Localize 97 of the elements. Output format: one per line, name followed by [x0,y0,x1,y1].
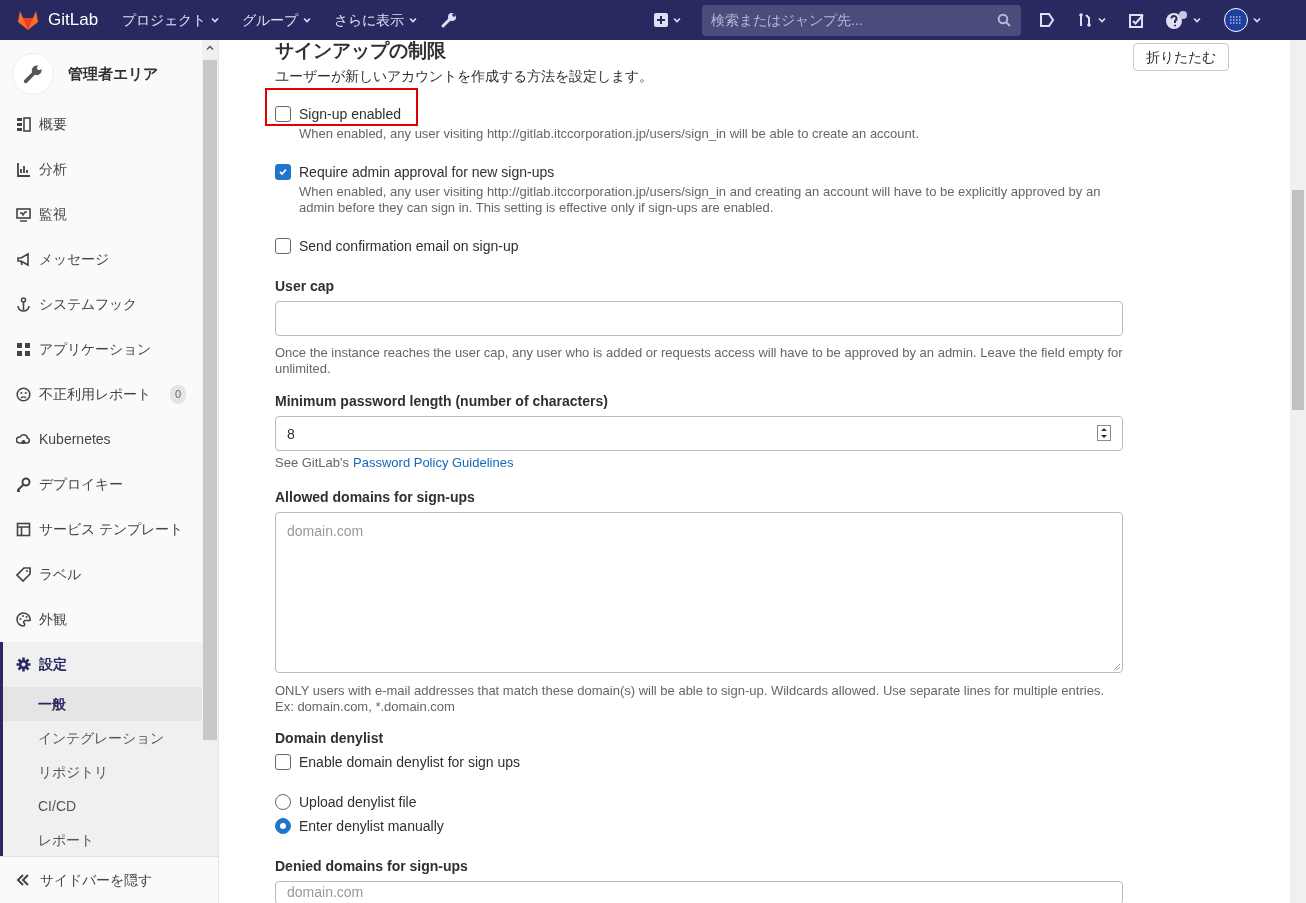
menu-icon [16,657,31,672]
sidebar-subitem[interactable]: レポート [3,823,202,856]
checkbox[interactable] [275,238,291,254]
wrench-icon[interactable] [440,11,459,29]
sidebar-subitem[interactable]: インテグレーション [3,721,202,755]
checkbox[interactable] [275,754,291,770]
nav-menu[interactable]: グループ [242,9,313,31]
wrench-icon [22,63,44,85]
avatar-icon [1224,8,1248,32]
policy-link[interactable]: Password Policy Guidelines [353,455,514,471]
caret-icon [672,15,682,25]
sidebar-item[interactable]: サービス テンプレート [0,507,202,552]
menu-icon [16,207,31,222]
count-badge: 0 [169,385,186,404]
caret-icon [1097,15,1107,25]
nav-menu[interactable]: プロジェクト [122,9,221,31]
help-text: See GitLab's [275,455,350,471]
sidebar-item[interactable]: Kubernetes [0,417,202,462]
menu-icon [16,612,31,627]
search-field[interactable]: 検索またはジャンプ先... [702,4,1021,36]
help-icon [1166,11,1188,29]
caret-icon [408,15,419,25]
sidebar-item[interactable]: デプロイキー [0,462,202,507]
sidebar-scrollbar[interactable] [202,40,218,856]
radio-option[interactable]: Enter denylist manually [275,816,444,836]
help-text: Once the instance reaches the user cap, any user who is added or requests access will have to be approved by an admin. Leave the field empty for unlimited. [275,345,1123,377]
checkbox-option[interactable]: Send confirmation email on sign-up [275,236,519,256]
scroll-up-icon[interactable] [206,44,214,52]
menu-icon [16,477,31,492]
sidebar-item[interactable]: システムフック [0,282,202,327]
number-field[interactable]: 8 [275,416,1123,451]
help-text: When enabled, any user visiting http://gitlab.itccorporation.jp/users/sign_in will be able to create an account. [299,126,921,142]
menu-icon [16,252,31,267]
section-title: サインアップの制限 [275,40,446,62]
menu-icon [16,342,31,357]
scrollbar-thumb[interactable] [203,60,217,740]
nav-menu[interactable]: さらに表示 [334,9,419,31]
todo-icon[interactable] [1129,12,1144,28]
sidebar-item[interactable]: 設定 [3,642,202,687]
sidebar-item[interactable]: メッセージ [0,237,202,282]
radio-button[interactable] [275,794,291,810]
caret-icon [210,15,221,25]
field-label: Allowed domains for sign-ups [275,488,476,507]
sidebar-item[interactable]: 不正利用レポート 0 [0,372,202,417]
checkbox-option[interactable]: Sign-up enabled [275,104,1123,124]
merge-requests-button[interactable] [1077,12,1107,28]
field-label: Denied domains for sign-ups [275,857,469,876]
menu-icon [16,387,31,402]
menu-icon [16,522,31,537]
sidebar-item[interactable]: ラベル [0,552,202,597]
help-text: When enabled, any user visiting http://gitlab.itccorporation.jp/users/sign_in and creating an account will have to be explicitly approved by an admin before they can sign in. This setting is effective only if sign-ups are enabled. [299,184,1102,216]
menu-icon [16,567,31,582]
checkbox-option[interactable]: Require admin approval for new sign-ups [275,162,555,182]
caret-icon [1192,15,1202,25]
sidebar-item[interactable]: 分析 [0,147,202,192]
textarea-field[interactable]: domain.com [275,881,1123,903]
checkbox[interactable] [275,164,291,180]
help-text: ONLY users with e-mail addresses that match these domain(s) will be able to sign-up. Wildcards allowed. Use separate lines for multiple entries. Ex: domain.com, *.domain.com [275,683,1105,715]
radio-option[interactable]: Upload denylist file [275,792,417,812]
sidebar-item[interactable]: 概要 [0,102,202,147]
scrollbar[interactable] [1290,40,1306,903]
menu-icon [16,117,31,132]
sidebar-item[interactable]: 監視 [0,192,202,237]
field-label: Minimum password length (number of characters) [275,392,609,411]
sidebar-subitem[interactable]: リポジトリ [3,755,202,789]
menu-icon [16,162,31,177]
field-label: User cap [275,277,336,296]
field-label: Domain denylist [275,729,385,748]
fox-logo-icon [16,9,40,31]
input-field[interactable] [275,301,1123,336]
caret-icon [302,15,313,25]
menu-icon [16,432,31,447]
merge-request-icon [1077,12,1093,28]
collapse-button[interactable]: 折りたたむ [1133,43,1229,71]
new-menu-button[interactable] [654,13,682,27]
checkbox-option[interactable]: Enable domain denylist for sign ups [275,752,521,772]
user-menu-button[interactable] [1224,8,1262,32]
checkbox[interactable] [275,106,291,122]
caret-icon [1252,15,1262,25]
sidebar-title: 管理者エリア [68,63,158,84]
search-icon [997,12,1011,27]
sidebar-subitem[interactable]: CI/CD [3,789,202,823]
help-button[interactable] [1166,11,1202,29]
check-icon [278,167,288,177]
menu-icon [16,297,31,312]
sidebar-subitem[interactable]: 一般 [3,687,202,721]
radio-button[interactable] [275,818,291,834]
spinner-icon[interactable] [1097,425,1111,441]
section-description: ユーザーが新しいアカウントを作成する方法を設定します。 [275,67,654,86]
sidebar-item[interactable]: 外観 [0,597,202,642]
resize-handle-icon[interactable] [1113,663,1121,671]
plus-icon [654,13,668,27]
textarea-field[interactable]: domain.com [275,512,1123,673]
scrollbar-thumb[interactable] [1292,190,1304,410]
brand-name[interactable]: GitLab [48,7,99,33]
double-chevron-icon [16,874,30,886]
sidebar-item[interactable]: アプリケーション [0,327,202,372]
